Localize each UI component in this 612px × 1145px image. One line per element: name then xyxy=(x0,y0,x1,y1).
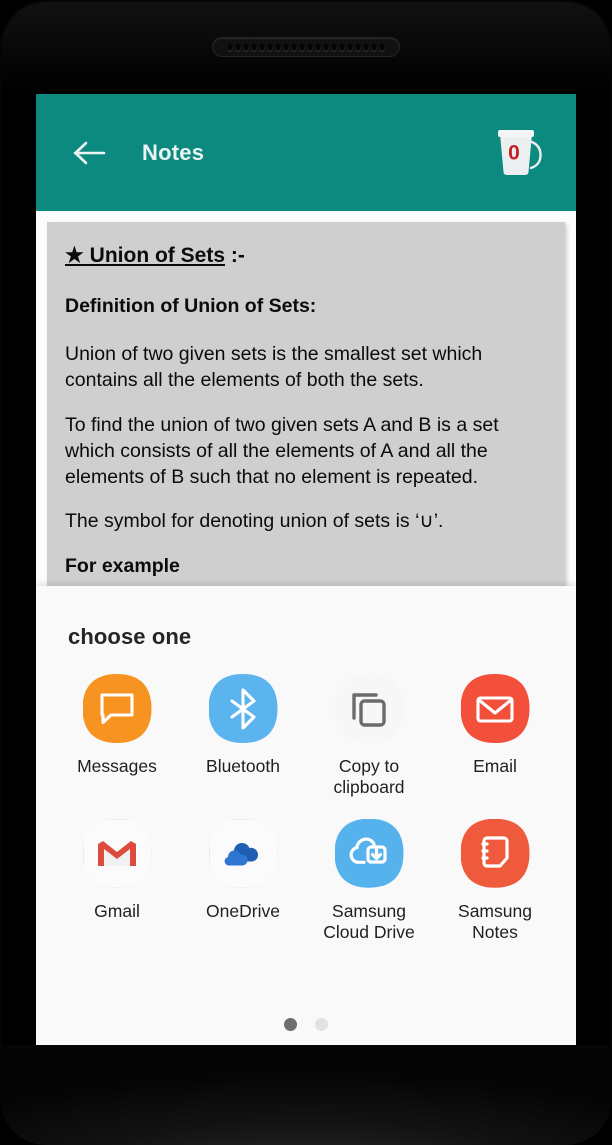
gmail-m-glyph xyxy=(94,836,140,870)
phone-screen: Notes 0 ★ Union of Sets :- Definition of… xyxy=(36,94,576,1053)
samsung-notes-icon xyxy=(461,819,530,888)
samsung-cloud-drive-icon xyxy=(335,819,404,888)
delete-notes-button[interactable]: 0 xyxy=(490,126,546,180)
share-target-label: Email xyxy=(473,756,517,776)
share-target-label: Gmail xyxy=(94,900,140,921)
speech-bubble-glyph xyxy=(97,691,137,727)
app-bar: Notes 0 xyxy=(36,94,576,211)
share-target-bluetooth[interactable]: Bluetooth xyxy=(180,674,306,799)
note-definition-label: Definition of Union of Sets: xyxy=(65,294,317,317)
onedrive-icon xyxy=(209,819,278,888)
share-target-gmail[interactable]: Gmail xyxy=(54,819,180,944)
messages-icon xyxy=(83,674,152,743)
share-target-email[interactable]: Email xyxy=(432,674,558,799)
note-paragraph-1: Union of two given sets is the smallest … xyxy=(65,342,483,391)
share-sheet-title: choose one xyxy=(68,624,192,649)
envelope-glyph xyxy=(474,692,516,726)
arrow-left-icon xyxy=(73,141,106,164)
share-target-samsung-cloud-drive[interactable]: Samsung Cloud Drive xyxy=(306,819,432,944)
copy-to-clipboard-icon xyxy=(335,674,404,743)
note-paragraph-4: For example xyxy=(65,555,180,578)
page-dot-1[interactable] xyxy=(284,1018,297,1031)
onedrive-cloud-glyph xyxy=(220,837,266,869)
share-target-grid: Messages Bluetooth Copy to clipboard Ema… xyxy=(36,650,576,943)
notebook-glyph xyxy=(474,832,516,874)
page-title: Notes xyxy=(142,139,205,165)
share-sheet: choose one Messages Bluetooth Copy to cl… xyxy=(36,586,576,1053)
phone-bottom-bezel xyxy=(0,1045,612,1145)
share-target-label: Bluetooth xyxy=(206,756,280,776)
page-dot-2[interactable] xyxy=(315,1018,328,1031)
note-paragraph-3: The symbol for denoting union of sets is… xyxy=(65,510,444,533)
share-target-label: Messages xyxy=(77,756,157,776)
bluetooth-icon xyxy=(209,674,278,743)
bluetooth-glyph xyxy=(226,687,260,731)
copy-glyph xyxy=(347,687,391,731)
share-target-copy-to-clipboard[interactable]: Copy to clipboard xyxy=(306,674,432,799)
note-heading-text: ★ Union of Sets xyxy=(65,244,225,267)
email-icon xyxy=(461,674,530,743)
trash-bin-icon xyxy=(498,129,542,175)
share-target-samsung-notes[interactable]: Samsung Notes xyxy=(432,819,558,944)
note-heading: ★ Union of Sets :- xyxy=(65,242,547,270)
gmail-icon xyxy=(83,819,152,888)
note-paragraph-2: To find the union of two given sets A an… xyxy=(65,413,499,488)
share-target-onedrive[interactable]: OneDrive xyxy=(180,819,306,944)
page-indicator xyxy=(36,1018,576,1031)
share-target-label: Samsung Notes xyxy=(458,900,532,943)
share-target-label: Copy to clipboard xyxy=(333,756,405,798)
share-target-label: OneDrive xyxy=(206,900,280,921)
share-target-messages[interactable]: Messages xyxy=(54,674,180,799)
share-target-label: Samsung Cloud Drive xyxy=(323,900,415,943)
cloud-download-glyph xyxy=(346,834,392,872)
back-button[interactable] xyxy=(66,129,114,177)
earpiece-speaker-grille xyxy=(213,38,399,56)
phone-device: Notes 0 ★ Union of Sets :- Definition of… xyxy=(0,0,612,1145)
note-heading-suffix: :- xyxy=(225,244,245,267)
